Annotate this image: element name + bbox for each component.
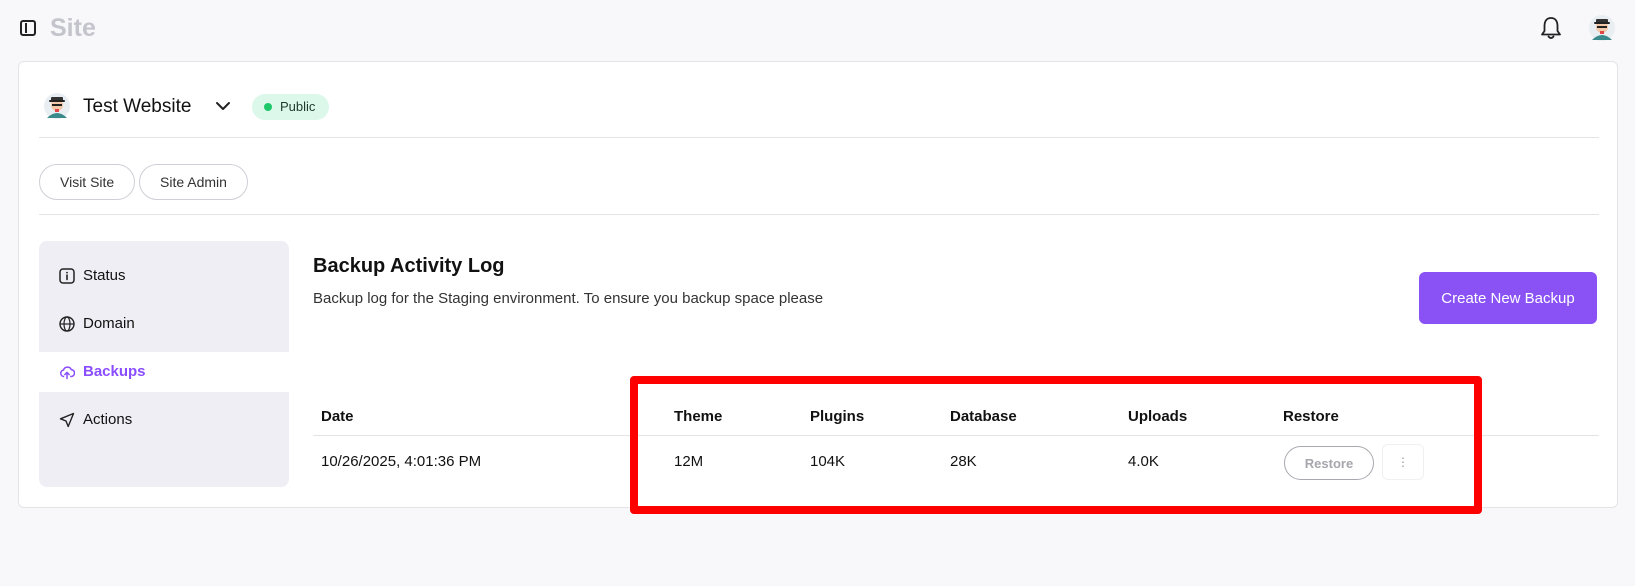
bell-icon[interactable] — [1540, 16, 1562, 40]
column-header-uploads: Uploads — [1128, 408, 1188, 425]
sidebar-item-domain[interactable]: Domain — [39, 304, 289, 344]
more-options-icon[interactable]: ⋮ — [1382, 444, 1424, 480]
site-name[interactable]: Test Website — [83, 96, 191, 118]
cell-database: 28K — [950, 453, 977, 470]
column-header-theme: Theme — [674, 408, 723, 425]
status-dot-icon — [264, 103, 272, 111]
restore-button[interactable]: Restore — [1284, 446, 1374, 480]
column-header-database: Database — [950, 408, 1017, 425]
globe-icon — [59, 316, 75, 332]
sidebar-toggle-icon[interactable] — [20, 20, 36, 36]
sidebar-item-label: Status — [83, 267, 126, 284]
cloud-upload-icon — [60, 366, 75, 380]
column-header-restore: Restore — [1283, 408, 1339, 425]
cell-uploads: 4.0K — [1128, 453, 1159, 470]
info-icon — [59, 268, 75, 284]
cell-theme: 12M — [674, 453, 704, 470]
side-nav: Status Domain Backups Actions — [39, 241, 289, 487]
site-admin-button[interactable]: Site Admin — [139, 164, 248, 200]
sidebar-item-label: Backups — [83, 363, 146, 380]
site-avatar — [44, 93, 70, 119]
cell-date: 10/26/2025, 4:01:36 PM — [321, 453, 482, 470]
backup-log-description: Backup log for the Staging environment. … — [313, 290, 824, 307]
sidebar-item-label: Domain — [83, 315, 135, 332]
chevron-down-icon[interactable] — [215, 100, 231, 112]
top-bar: Site — [0, 0, 1635, 58]
site-card: Test Website Public Visit Site Site Admi… — [18, 61, 1618, 508]
divider — [39, 214, 1599, 215]
table-divider — [313, 435, 1599, 436]
status-badge: Public — [252, 94, 330, 120]
column-header-plugins: Plugins — [810, 408, 865, 425]
divider — [39, 137, 1599, 138]
column-header-date: Date — [321, 408, 354, 425]
sidebar-item-actions[interactable]: Actions — [39, 400, 289, 440]
sidebar-item-status[interactable]: Status — [39, 256, 289, 296]
visit-site-button[interactable]: Visit Site — [39, 164, 136, 200]
sidebar-item-backups[interactable]: Backups — [39, 352, 289, 392]
send-icon — [59, 412, 75, 428]
status-badge-label: Public — [280, 99, 316, 114]
sidebar-item-label: Actions — [83, 411, 133, 428]
page-title: Site — [50, 14, 96, 42]
create-backup-button[interactable]: Create New Backup — [1419, 272, 1597, 324]
cell-plugins: 104K — [810, 453, 846, 470]
backup-log-title: Backup Activity Log — [313, 255, 505, 277]
user-avatar[interactable] — [1588, 14, 1616, 42]
